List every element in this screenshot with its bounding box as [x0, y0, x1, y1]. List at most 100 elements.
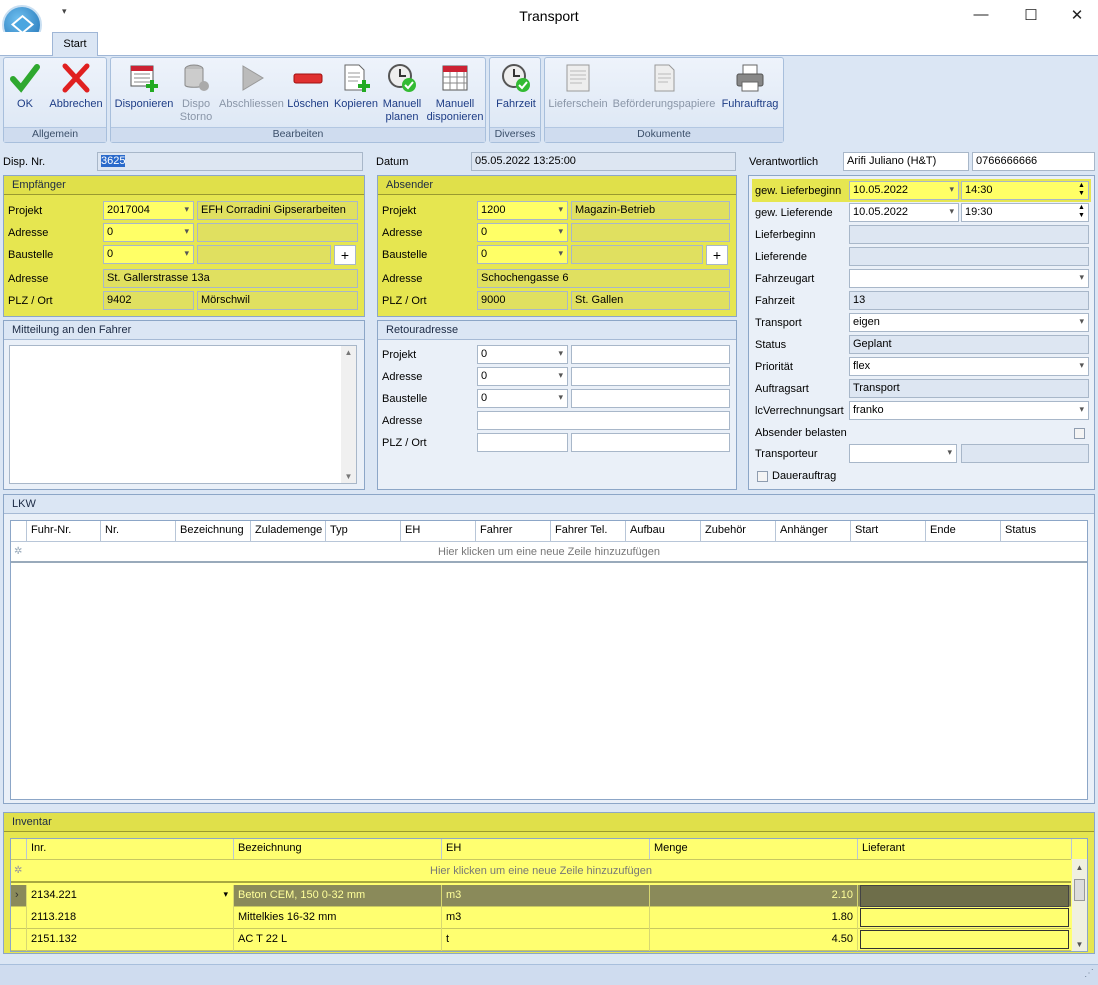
column-header[interactable]: Aufbau	[626, 521, 701, 541]
column-header[interactable]: Bezeichnung	[176, 521, 251, 541]
inventar-inr-cell[interactable]: 2134.221 ▾	[27, 885, 234, 907]
table-row[interactable]: › 2134.221 ▾ Beton CEM, 150 0-32 mm m3 2.…	[11, 885, 1071, 907]
resize-grip-icon[interactable]: ⋰	[1084, 968, 1094, 979]
prioritaet-select[interactable]: flex	[849, 357, 1089, 376]
lieferbeginn-label: Lieferbeginn	[755, 229, 816, 241]
verrechnungsart-select[interactable]: franko	[849, 401, 1089, 420]
absender-belasten-checkbox[interactable]	[1074, 428, 1085, 439]
fahrzeugart-select[interactable]	[849, 269, 1089, 288]
scroll-up-icon[interactable]: ▲	[1072, 863, 1087, 872]
column-header[interactable]: EH	[442, 839, 650, 859]
empfaenger-add-baustelle-button[interactable]: +	[334, 245, 356, 265]
column-header[interactable]: Status	[1001, 521, 1087, 541]
dauerauftrag-checkbox[interactable]	[757, 471, 768, 482]
gew-lieferende-time[interactable]: 19:30	[961, 203, 1089, 222]
loeschen-button[interactable]: Löschen	[287, 62, 329, 111]
fuhrauftrag-button[interactable]: Fuhrauftrag	[719, 62, 781, 111]
loeschen-label: Löschen	[287, 98, 329, 110]
ok-button[interactable]: OK	[8, 62, 42, 111]
close-button[interactable]: ✕	[1065, 6, 1089, 24]
manuell-disponieren-button[interactable]: Manuell disponieren	[425, 62, 485, 124]
disp-nr-field[interactable]: 3625	[97, 152, 363, 171]
inventar-grid: Inr. Bezeichnung EH Menge Lieferant ✲ Hi…	[10, 838, 1088, 952]
scroll-up-icon[interactable]: ▲	[341, 348, 356, 357]
inventar-new-row[interactable]: ✲ Hier klicken um eine neue Zeile hinzuz…	[11, 859, 1071, 883]
lkw-new-row[interactable]: ✲ Hier klicken um eine neue Zeile hinzuz…	[11, 541, 1087, 563]
column-header[interactable]: Lieferant	[858, 839, 1072, 859]
absender-baustelle-select[interactable]: 0	[477, 245, 568, 264]
lieferant-cell[interactable]	[860, 908, 1069, 927]
column-header[interactable]: Nr.	[101, 521, 176, 541]
column-header[interactable]: EH	[401, 521, 476, 541]
lieferschein-label: Lieferschein	[548, 98, 608, 110]
scroll-down-icon[interactable]: ▼	[341, 472, 356, 481]
fahrzeit-button[interactable]: Fahrzeit	[493, 62, 539, 111]
scroll-down-icon[interactable]: ▼	[1072, 940, 1087, 949]
column-header[interactable]: Bezeichnung	[234, 839, 442, 859]
maximize-button[interactable]: ☐	[1019, 6, 1043, 24]
transporteur-select[interactable]	[849, 444, 957, 463]
empfaenger-adresse-select[interactable]: 0	[103, 223, 194, 242]
empfaenger-projekt-name: EFH Corradini Gipserarbeiten	[197, 201, 358, 220]
column-header[interactable]: Zulademenge	[251, 521, 326, 541]
abschliessen-button[interactable]: Abschliessen	[219, 62, 284, 111]
retour-baustelle-name[interactable]	[571, 389, 730, 408]
abbrechen-button[interactable]: Abbrechen	[46, 62, 106, 111]
column-header[interactable]: Inr.	[27, 839, 234, 859]
gew-lieferbeginn-time[interactable]: 14:30	[961, 181, 1089, 200]
lieferant-cell[interactable]	[860, 930, 1069, 949]
retour-adresse-select[interactable]: 0	[477, 367, 568, 386]
retour-adresse-name[interactable]	[571, 367, 730, 386]
lieferant-cell[interactable]	[860, 885, 1069, 907]
table-row[interactable]: 2151.132 AC T 22 L t 4.50	[11, 929, 1071, 951]
column-header[interactable]: Fuhr-Nr.	[27, 521, 101, 541]
column-header[interactable]: Menge	[650, 839, 858, 859]
empfaenger-projekt-select[interactable]: 2017004	[103, 201, 194, 220]
chevron-down-icon[interactable]: ▾	[223, 889, 228, 900]
disponieren-button[interactable]: Disponieren	[113, 62, 175, 111]
column-header[interactable]: Ende	[926, 521, 1001, 541]
column-header[interactable]: Fahrer	[476, 521, 551, 541]
gew-lieferende-date[interactable]: 10.05.2022	[849, 203, 959, 222]
details-panel	[748, 175, 1095, 490]
manuell-planen-button[interactable]: Manuell planen	[381, 62, 423, 124]
time-spinner-icon[interactable]: ▲ ▼	[1078, 204, 1085, 220]
retour-ort[interactable]	[571, 433, 730, 452]
tab-start[interactable]: Start	[52, 32, 98, 56]
column-header[interactable]: Fahrer Tel.	[551, 521, 626, 541]
adresse-label: Adresse	[382, 371, 423, 383]
projekt-label: Projekt	[382, 205, 417, 217]
column-header[interactable]: Anhänger	[776, 521, 851, 541]
kopieren-button[interactable]: Kopieren	[333, 62, 379, 111]
absender-add-baustelle-button[interactable]: +	[706, 245, 728, 265]
empfaenger-baustelle-select[interactable]: 0	[103, 245, 194, 264]
lieferschein-button[interactable]: Lieferschein	[547, 62, 609, 111]
minimize-button[interactable]: —	[969, 6, 993, 23]
retour-projekt-select[interactable]: 0	[477, 345, 568, 364]
column-header[interactable]: Typ	[326, 521, 401, 541]
kopieren-label: Kopieren	[333, 98, 379, 110]
verantwortlich-field[interactable]: Arifi Juliano (H&T)	[843, 152, 969, 171]
dispo-storno-button[interactable]: Dispo Storno	[177, 62, 215, 124]
inventar-scrollbar[interactable]: ▲ ▼	[1072, 859, 1087, 951]
mitteilung-textarea[interactable]	[9, 345, 357, 484]
absender-projekt-select[interactable]: 1200	[477, 201, 568, 220]
scroll-thumb[interactable]	[1074, 879, 1085, 901]
gew-lieferbeginn-date[interactable]: 10.05.2022	[849, 181, 959, 200]
retour-projekt-name[interactable]	[571, 345, 730, 364]
time-spinner-icon[interactable]: ▲ ▼	[1078, 182, 1085, 198]
table-row[interactable]: 2113.218 Mittelkies 16-32 mm m3 1.80	[11, 907, 1071, 929]
absender-adresse-select[interactable]: 0	[477, 223, 568, 242]
group-label: Dokumente	[545, 127, 783, 142]
retour-strasse[interactable]	[477, 411, 730, 430]
datum-field[interactable]: 05.05.2022 13:25:00	[471, 152, 736, 171]
column-header[interactable]: Start	[851, 521, 926, 541]
befoerderungspapiere-button[interactable]: Beförderungspapiere	[611, 62, 717, 111]
mitteilung-scrollbar[interactable]: ▲ ▼	[341, 346, 356, 483]
transport-select[interactable]: eigen	[849, 313, 1089, 332]
column-header[interactable]: Zubehör	[701, 521, 776, 541]
telefon-field[interactable]: 0766666666	[972, 152, 1095, 171]
retour-baustelle-select[interactable]: 0	[477, 389, 568, 408]
retour-plz[interactable]	[477, 433, 568, 452]
group-bearbeiten: Disponieren Dispo Storno Abschliessen Lö…	[110, 57, 486, 143]
